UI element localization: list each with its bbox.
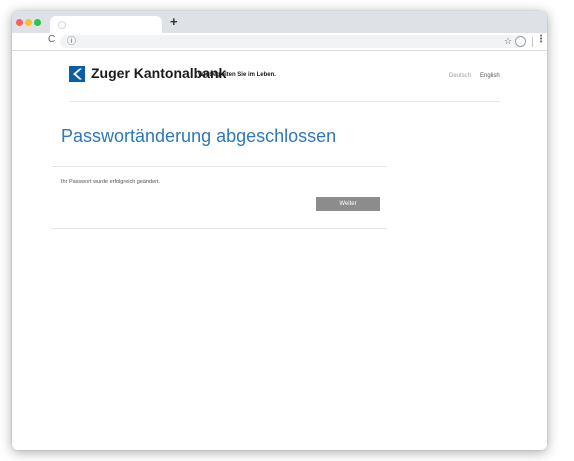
browser-menu-icon[interactable]: ⋮ [536,34,546,45]
header-divider [69,101,500,102]
page-content: Zuger Kantonalbank Wir begleiten Sie im … [12,51,547,450]
info-icon[interactable]: ⓘ [67,35,76,48]
language-link-deutsch[interactable]: Deutsch [449,73,471,79]
new-tab-button[interactable]: + [170,14,178,30]
tab-bar: + [12,11,547,33]
browser-tab[interactable] [50,16,162,33]
close-window-button[interactable] [16,19,23,26]
reload-icon[interactable]: C [48,34,55,45]
continue-button[interactable]: Weiter [316,197,380,211]
browser-window: + C ⓘ ☆ ⋮ Zuger Kantonalbank Wir begleit… [12,11,547,450]
language-link-english[interactable]: English [480,73,500,79]
toolbar-divider [532,37,533,47]
maximize-window-button[interactable] [34,19,41,26]
bookmark-star-icon[interactable]: ☆ [504,35,512,48]
minimize-window-button[interactable] [25,19,32,26]
slogan: Wir begleiten Sie im Leben. [198,72,276,78]
tab-loading-icon [58,21,66,29]
browser-toolbar: C ⓘ ☆ ⋮ [12,33,547,51]
page-title: Passwortänderung abgeschlossen [61,126,337,146]
profile-avatar-icon[interactable] [515,36,526,47]
success-message: Ihr Passwort wurde erfolgreich geändert. [61,179,161,185]
bank-logo-icon[interactable] [69,66,85,82]
content-divider [52,228,387,229]
address-bar[interactable]: ⓘ ☆ [60,35,526,48]
title-divider [52,166,387,167]
